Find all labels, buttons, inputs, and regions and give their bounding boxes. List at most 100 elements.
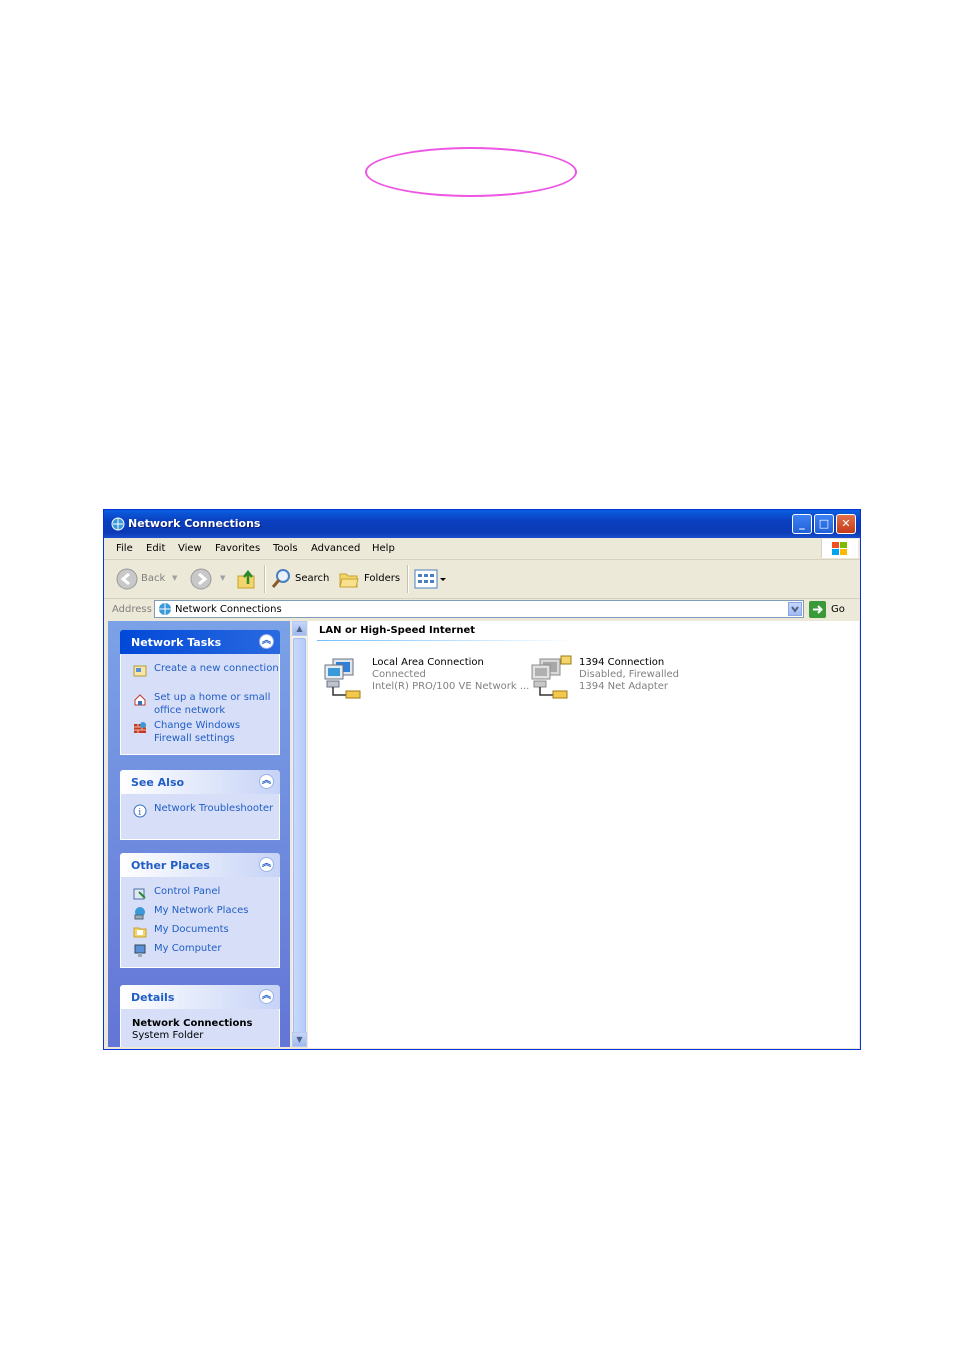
- forward-arrow-icon: [190, 568, 212, 590]
- search-icon: [271, 569, 290, 588]
- task-label: My Documents: [154, 924, 229, 935]
- chevron-down-icon: [791, 606, 799, 613]
- address-input[interactable]: Network Connections: [154, 600, 804, 618]
- firewall-icon: [134, 722, 146, 733]
- up-folder-button[interactable]: [236, 568, 260, 590]
- folders-button[interactable]: Folders: [338, 568, 402, 590]
- connection-device: Intel(R) PRO/100 VE Network ...: [372, 681, 530, 692]
- task-pane: Network Tasks ︽ Create a new connection …: [108, 621, 290, 1047]
- menu-favorites[interactable]: Favorites: [215, 543, 260, 554]
- task-label: My Computer: [154, 943, 222, 954]
- menu-file[interactable]: File: [116, 543, 133, 554]
- folders-label: Folders: [364, 573, 401, 584]
- content-area: LAN or High-Speed Internet Local Area Co…: [308, 621, 859, 1048]
- back-label: Back: [141, 573, 166, 584]
- network-connections-icon: [111, 517, 125, 531]
- folders-icon: [339, 573, 359, 588]
- panel-title: Network Tasks: [131, 636, 222, 649]
- task-label: Change Windows Firewall settings: [154, 720, 241, 744]
- close-button[interactable]: ✕: [836, 514, 856, 534]
- other-places-header[interactable]: Other Places ︽: [120, 853, 280, 877]
- task-label: Create a new connection: [154, 663, 279, 674]
- forward-button[interactable]: ▼: [190, 568, 230, 590]
- search-button[interactable]: Search: [270, 568, 332, 590]
- computer-icon: [134, 944, 146, 957]
- new-connection-icon: [133, 665, 147, 677]
- minimize-button[interactable]: _: [792, 514, 812, 534]
- connection-device: 1394 Net Adapter: [579, 681, 669, 692]
- connection-name: 1394 Connection: [579, 657, 665, 668]
- details-body: Network Connections System Folder: [120, 1009, 280, 1047]
- address-bar: Address Network Connections Go: [104, 599, 860, 621]
- collapse-icon[interactable]: ︽: [259, 857, 274, 872]
- network-tasks-body: Create a new connection Set up a home or…: [120, 654, 280, 755]
- collapse-icon[interactable]: ︽: [259, 989, 274, 1004]
- scroll-up-button[interactable]: ▲: [292, 621, 307, 636]
- panel-title: Details: [131, 991, 175, 1004]
- address-value: Network Connections: [175, 604, 282, 615]
- menu-edit[interactable]: Edit: [146, 543, 165, 554]
- toolbar-separator: [264, 565, 266, 593]
- connection-1394[interactable]: 1394 Connection Disabled, Firewalled 139…: [528, 655, 738, 705]
- task-label: Control Panel: [154, 886, 221, 897]
- task-label: Network Troubleshooter: [154, 803, 274, 814]
- see-also-header[interactable]: See Also ︽: [120, 770, 280, 794]
- back-dropdown-icon[interactable]: ▼: [172, 574, 177, 582]
- highlight-ellipse: [365, 147, 577, 197]
- see-also-panel: See Also ︽ i Network Troubleshooter: [120, 770, 280, 840]
- back-button[interactable]: Back ▼: [116, 568, 178, 590]
- connection-status: Connected: [372, 669, 426, 680]
- menu-tools[interactable]: Tools: [273, 543, 298, 554]
- other-places-body: Control Panel My Network Places My Docum…: [120, 877, 280, 968]
- details-type: System Folder: [132, 1030, 204, 1041]
- home-network-icon: [134, 694, 146, 706]
- collapse-icon[interactable]: ︽: [259, 634, 274, 649]
- details-header[interactable]: Details ︽: [120, 985, 280, 1009]
- title-bar[interactable]: Network Connections _ □ ✕: [104, 510, 860, 538]
- window-title: Network Connections: [128, 517, 261, 530]
- group-header: LAN or High-Speed Internet: [319, 625, 476, 636]
- network-connections-icon: [159, 603, 171, 615]
- scroll-down-button[interactable]: ▼: [292, 1032, 307, 1047]
- info-icon: i: [133, 804, 147, 818]
- lan-connection-icon: [324, 658, 361, 699]
- up-folder-icon: [237, 569, 255, 589]
- details-panel: Details ︽ Network Connections System Fol…: [120, 985, 280, 1047]
- control-panel-icon: [133, 888, 146, 900]
- views-button[interactable]: [414, 568, 448, 590]
- toolbar-separator: [407, 565, 409, 593]
- views-icon: [414, 569, 446, 589]
- svg-text:i: i: [138, 808, 141, 818]
- network-places-icon: [134, 907, 145, 920]
- address-dropdown-button[interactable]: [788, 602, 802, 616]
- network-tasks-panel: Network Tasks ︽ Create a new connection …: [120, 630, 280, 755]
- windows-logo-icon: [821, 539, 858, 558]
- group-divider: [317, 640, 577, 641]
- panel-title: Other Places: [131, 859, 210, 872]
- maximize-button[interactable]: □: [814, 514, 834, 534]
- disabled-connection-icon: [531, 655, 572, 699]
- other-places-panel: Other Places ︽ Control Panel My Network …: [120, 853, 280, 968]
- scroll-thumb[interactable]: [293, 638, 306, 1038]
- documents-icon: [133, 927, 147, 938]
- collapse-icon[interactable]: ︽: [259, 774, 274, 789]
- back-arrow-icon: [116, 568, 138, 590]
- connection-local-area[interactable]: Local Area Connection Connected Intel(R)…: [321, 655, 531, 705]
- task-pane-scrollbar[interactable]: ▲ ▼: [292, 621, 307, 1047]
- details-name: Network Connections: [132, 1018, 253, 1029]
- task-label: Set up a home or small office network: [154, 692, 271, 716]
- connection-status: Disabled, Firewalled: [579, 669, 680, 680]
- address-label: Address: [112, 604, 152, 615]
- task-label: My Network Places: [154, 905, 249, 916]
- menu-help[interactable]: Help: [372, 543, 395, 554]
- search-label: Search: [295, 573, 330, 584]
- network-tasks-header[interactable]: Network Tasks ︽: [120, 630, 280, 654]
- menu-advanced[interactable]: Advanced: [311, 543, 360, 554]
- panel-title: See Also: [131, 776, 185, 789]
- connection-name: Local Area Connection: [372, 657, 484, 668]
- menu-view[interactable]: View: [178, 543, 202, 554]
- network-connections-window: Network Connections _ □ ✕ File Edit View…: [103, 509, 861, 1050]
- go-arrow-icon[interactable]: [809, 601, 826, 618]
- go-button[interactable]: Go: [831, 604, 845, 615]
- forward-dropdown-icon[interactable]: ▼: [220, 574, 225, 582]
